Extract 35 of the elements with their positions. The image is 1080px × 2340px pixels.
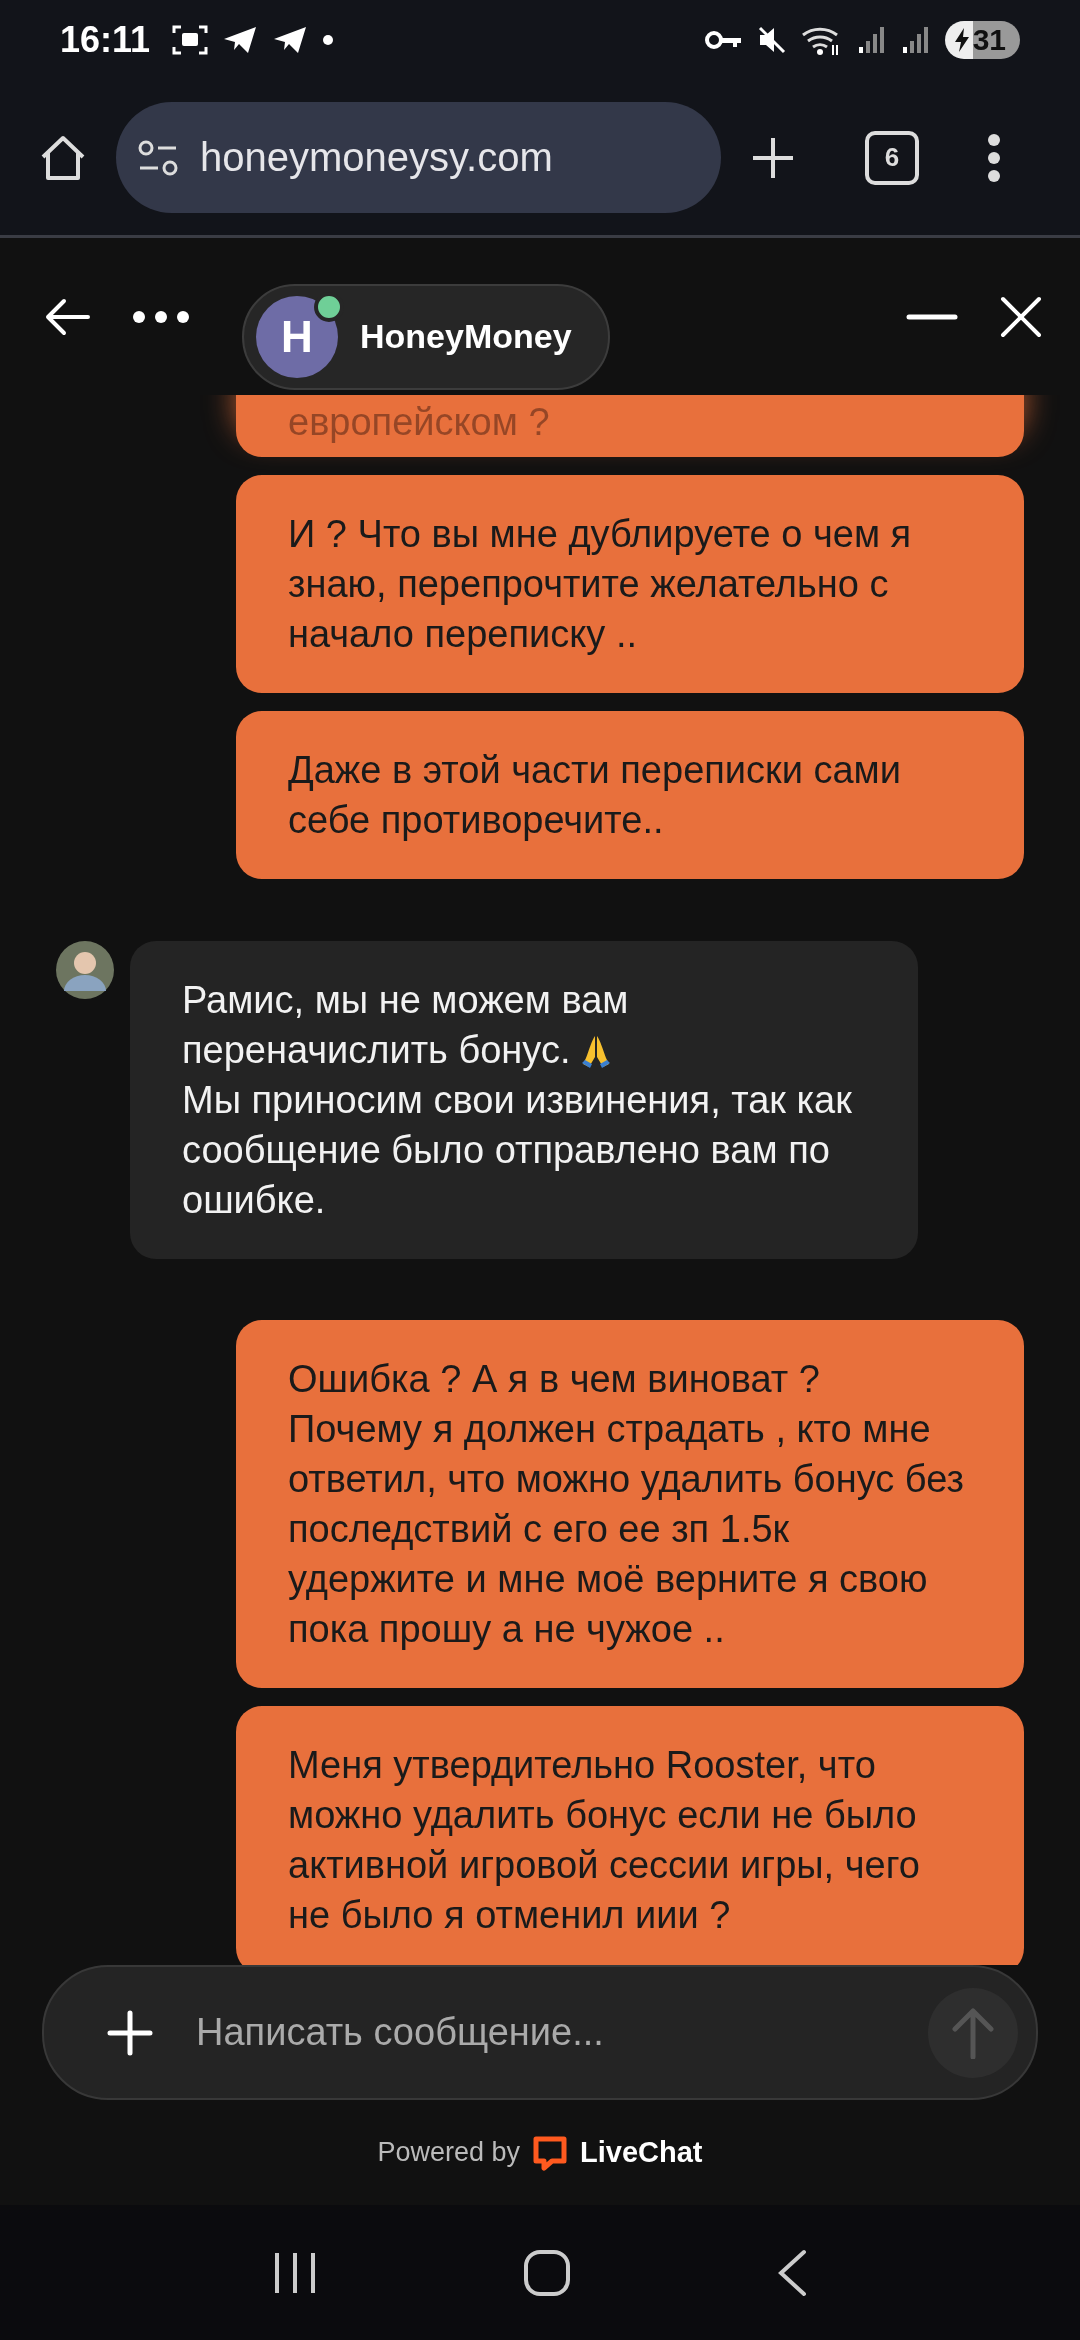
message-text: Ошибка ? А я в чем виноват ? Почему я должен страдать , кто мне ответил, что можно удалить бонус без последствий с его ее зп 1.5к удержите и мне моё верните я свою пока прошу а не чужое .. bbox=[288, 1357, 964, 1652]
close-icon[interactable] bbox=[1000, 295, 1042, 338]
message-text: европейском ? bbox=[288, 400, 551, 445]
back-arrow-icon[interactable] bbox=[44, 296, 90, 337]
paper-plane-icon bbox=[222, 25, 259, 55]
battery-indicator: 31 bbox=[944, 21, 1020, 59]
powered-by-text: Powered by bbox=[377, 2137, 521, 2168]
message-text: Меня утвердительно Rooster, что можно удалить бонус если не было активной игровой сессии игры, чего не было я отменил иии ? bbox=[288, 1743, 921, 1938]
message-text: Рамис, мы не можем вам переначислить бонус. bbox=[182, 978, 630, 1073]
dot-icon bbox=[322, 34, 335, 46]
brand-name: LiveChat bbox=[580, 2136, 703, 2169]
back-icon[interactable] bbox=[777, 2248, 807, 2297]
chat-title: HoneyMoney bbox=[360, 317, 572, 356]
avatar-icon bbox=[56, 941, 114, 999]
message-input[interactable]: Написать сообщение... bbox=[194, 2010, 888, 2055]
address-bar[interactable]: honeymoneysy.com bbox=[116, 102, 721, 213]
chat-bubble-icon bbox=[532, 2134, 569, 2171]
paper-plane-icon bbox=[272, 25, 309, 55]
minimize-icon[interactable] bbox=[906, 312, 958, 321]
tab-switcher-button[interactable]: 6 bbox=[865, 130, 919, 185]
plus-icon[interactable] bbox=[106, 2008, 154, 2057]
clock: 16:11 bbox=[60, 19, 151, 61]
mute-icon bbox=[756, 25, 787, 55]
arrow-up-icon bbox=[951, 2006, 995, 2059]
more-options-icon[interactable] bbox=[132, 309, 190, 324]
message-text: И ? Что вы мне дублируете о чем я знаю, перепрочтите желательно с начало переписку .. bbox=[288, 512, 913, 657]
message-text: Даже в этой части переписки сами себе противоречите.. bbox=[288, 748, 902, 843]
recent-apps-icon[interactable] bbox=[273, 2250, 317, 2295]
key-icon bbox=[704, 29, 743, 51]
screenshot-icon bbox=[172, 24, 209, 56]
message-text: Мы приносим свои извинения, так как сообщение было отправлено вам по ошибке. bbox=[182, 1078, 853, 1223]
more-menu-icon[interactable] bbox=[987, 132, 1001, 183]
signal-icon bbox=[856, 25, 887, 55]
signal-icon bbox=[900, 25, 931, 55]
home-button-icon[interactable] bbox=[523, 2248, 571, 2297]
